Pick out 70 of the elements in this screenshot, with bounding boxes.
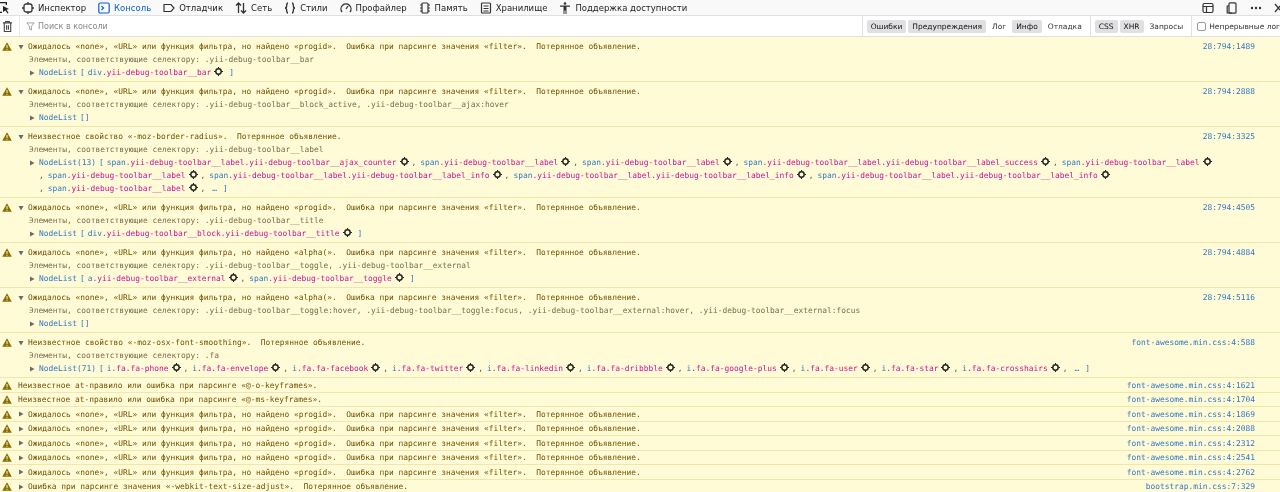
devtools-tab[interactable]: Поддержка доступности <box>553 0 694 15</box>
target-icon[interactable] <box>214 67 224 76</box>
console-icon <box>98 1 111 14</box>
braces-icon <box>284 1 297 14</box>
target-icon[interactable] <box>228 273 238 282</box>
expand-arrow-icon[interactable] <box>18 425 24 432</box>
target-icon[interactable] <box>188 183 198 192</box>
expand-arrow-icon[interactable] <box>18 339 24 346</box>
chip-icon <box>418 1 431 14</box>
devtools-tab[interactable]: Консоль <box>92 0 158 15</box>
expand-arrow-icon[interactable] <box>18 440 24 446</box>
gauge-icon <box>339 1 352 14</box>
target-icon[interactable] <box>188 170 198 179</box>
target-icon[interactable] <box>171 363 181 372</box>
devtools-tab[interactable]: Отладчик <box>157 0 229 15</box>
network-icon <box>235 1 247 14</box>
search-field[interactable]: Поиск в консоли <box>38 21 638 31</box>
storage-icon <box>479 1 492 14</box>
target-icon[interactable] <box>371 363 381 372</box>
target-icon[interactable] <box>796 170 806 179</box>
devtools-tab[interactable]: Стили <box>278 0 334 15</box>
responsive-icon[interactable] <box>1226 1 1238 14</box>
expand-arrow-icon[interactable] <box>18 483 24 490</box>
target-icon[interactable] <box>1100 170 1110 179</box>
trash-icon[interactable] <box>2 19 13 33</box>
expand-arrow-icon[interactable] <box>18 133 24 140</box>
expand-arrow-icon[interactable] <box>29 160 35 166</box>
dock-icon[interactable] <box>1202 1 1214 14</box>
target-icon[interactable] <box>941 363 951 372</box>
expand-arrow-icon[interactable] <box>18 411 24 417</box>
devtools-tab[interactable]: Память <box>412 0 474 15</box>
expand-arrow-icon[interactable] <box>29 276 35 282</box>
devtools-tab[interactable]: Профайлер <box>333 0 413 15</box>
checkbox[interactable] <box>1197 21 1207 31</box>
expand-arrow-icon[interactable] <box>18 294 24 301</box>
target-icon[interactable] <box>342 228 352 237</box>
target-icon[interactable] <box>665 363 675 372</box>
expand-arrow-icon[interactable] <box>18 204 24 211</box>
target-icon[interactable] <box>466 363 476 372</box>
devtools-tab[interactable]: Сеть <box>229 0 279 15</box>
target-icon[interactable] <box>1041 157 1050 166</box>
expand-arrow-icon[interactable] <box>29 231 35 237</box>
target-icon[interactable] <box>566 363 575 372</box>
target-icon[interactable] <box>1202 157 1212 166</box>
target-icon[interactable] <box>492 170 502 179</box>
devtools-tab[interactable]: Инспектор <box>16 0 93 15</box>
expand-arrow-icon[interactable] <box>29 321 35 327</box>
target-icon[interactable] <box>561 157 571 166</box>
picker-icon[interactable] <box>0 0 10 15</box>
target-icon[interactable] <box>271 363 281 372</box>
expand-arrow-icon[interactable] <box>29 115 35 121</box>
filter-icon <box>26 21 35 31</box>
target-icon[interactable] <box>722 157 732 166</box>
expand-arrow-icon[interactable] <box>18 88 24 95</box>
expand-arrow-icon[interactable] <box>18 249 24 256</box>
expand-arrow-icon[interactable] <box>29 366 35 372</box>
expand-arrow-icon[interactable] <box>18 43 24 50</box>
target-icon[interactable] <box>399 157 409 166</box>
expand-arrow-icon[interactable] <box>29 70 35 76</box>
close-icon[interactable] <box>1274 1 1280 14</box>
devtools-tab[interactable]: Хранилище <box>473 0 554 15</box>
expand-arrow-icon[interactable] <box>18 469 24 475</box>
person-icon <box>559 1 572 14</box>
target-icon[interactable] <box>1050 363 1060 372</box>
target-icon[interactable] <box>394 273 404 282</box>
tag-icon <box>163 1 176 14</box>
inspector-icon <box>22 1 34 14</box>
target-icon[interactable] <box>779 363 789 372</box>
expand-arrow-icon[interactable] <box>18 454 24 461</box>
target-icon[interactable] <box>860 363 870 372</box>
